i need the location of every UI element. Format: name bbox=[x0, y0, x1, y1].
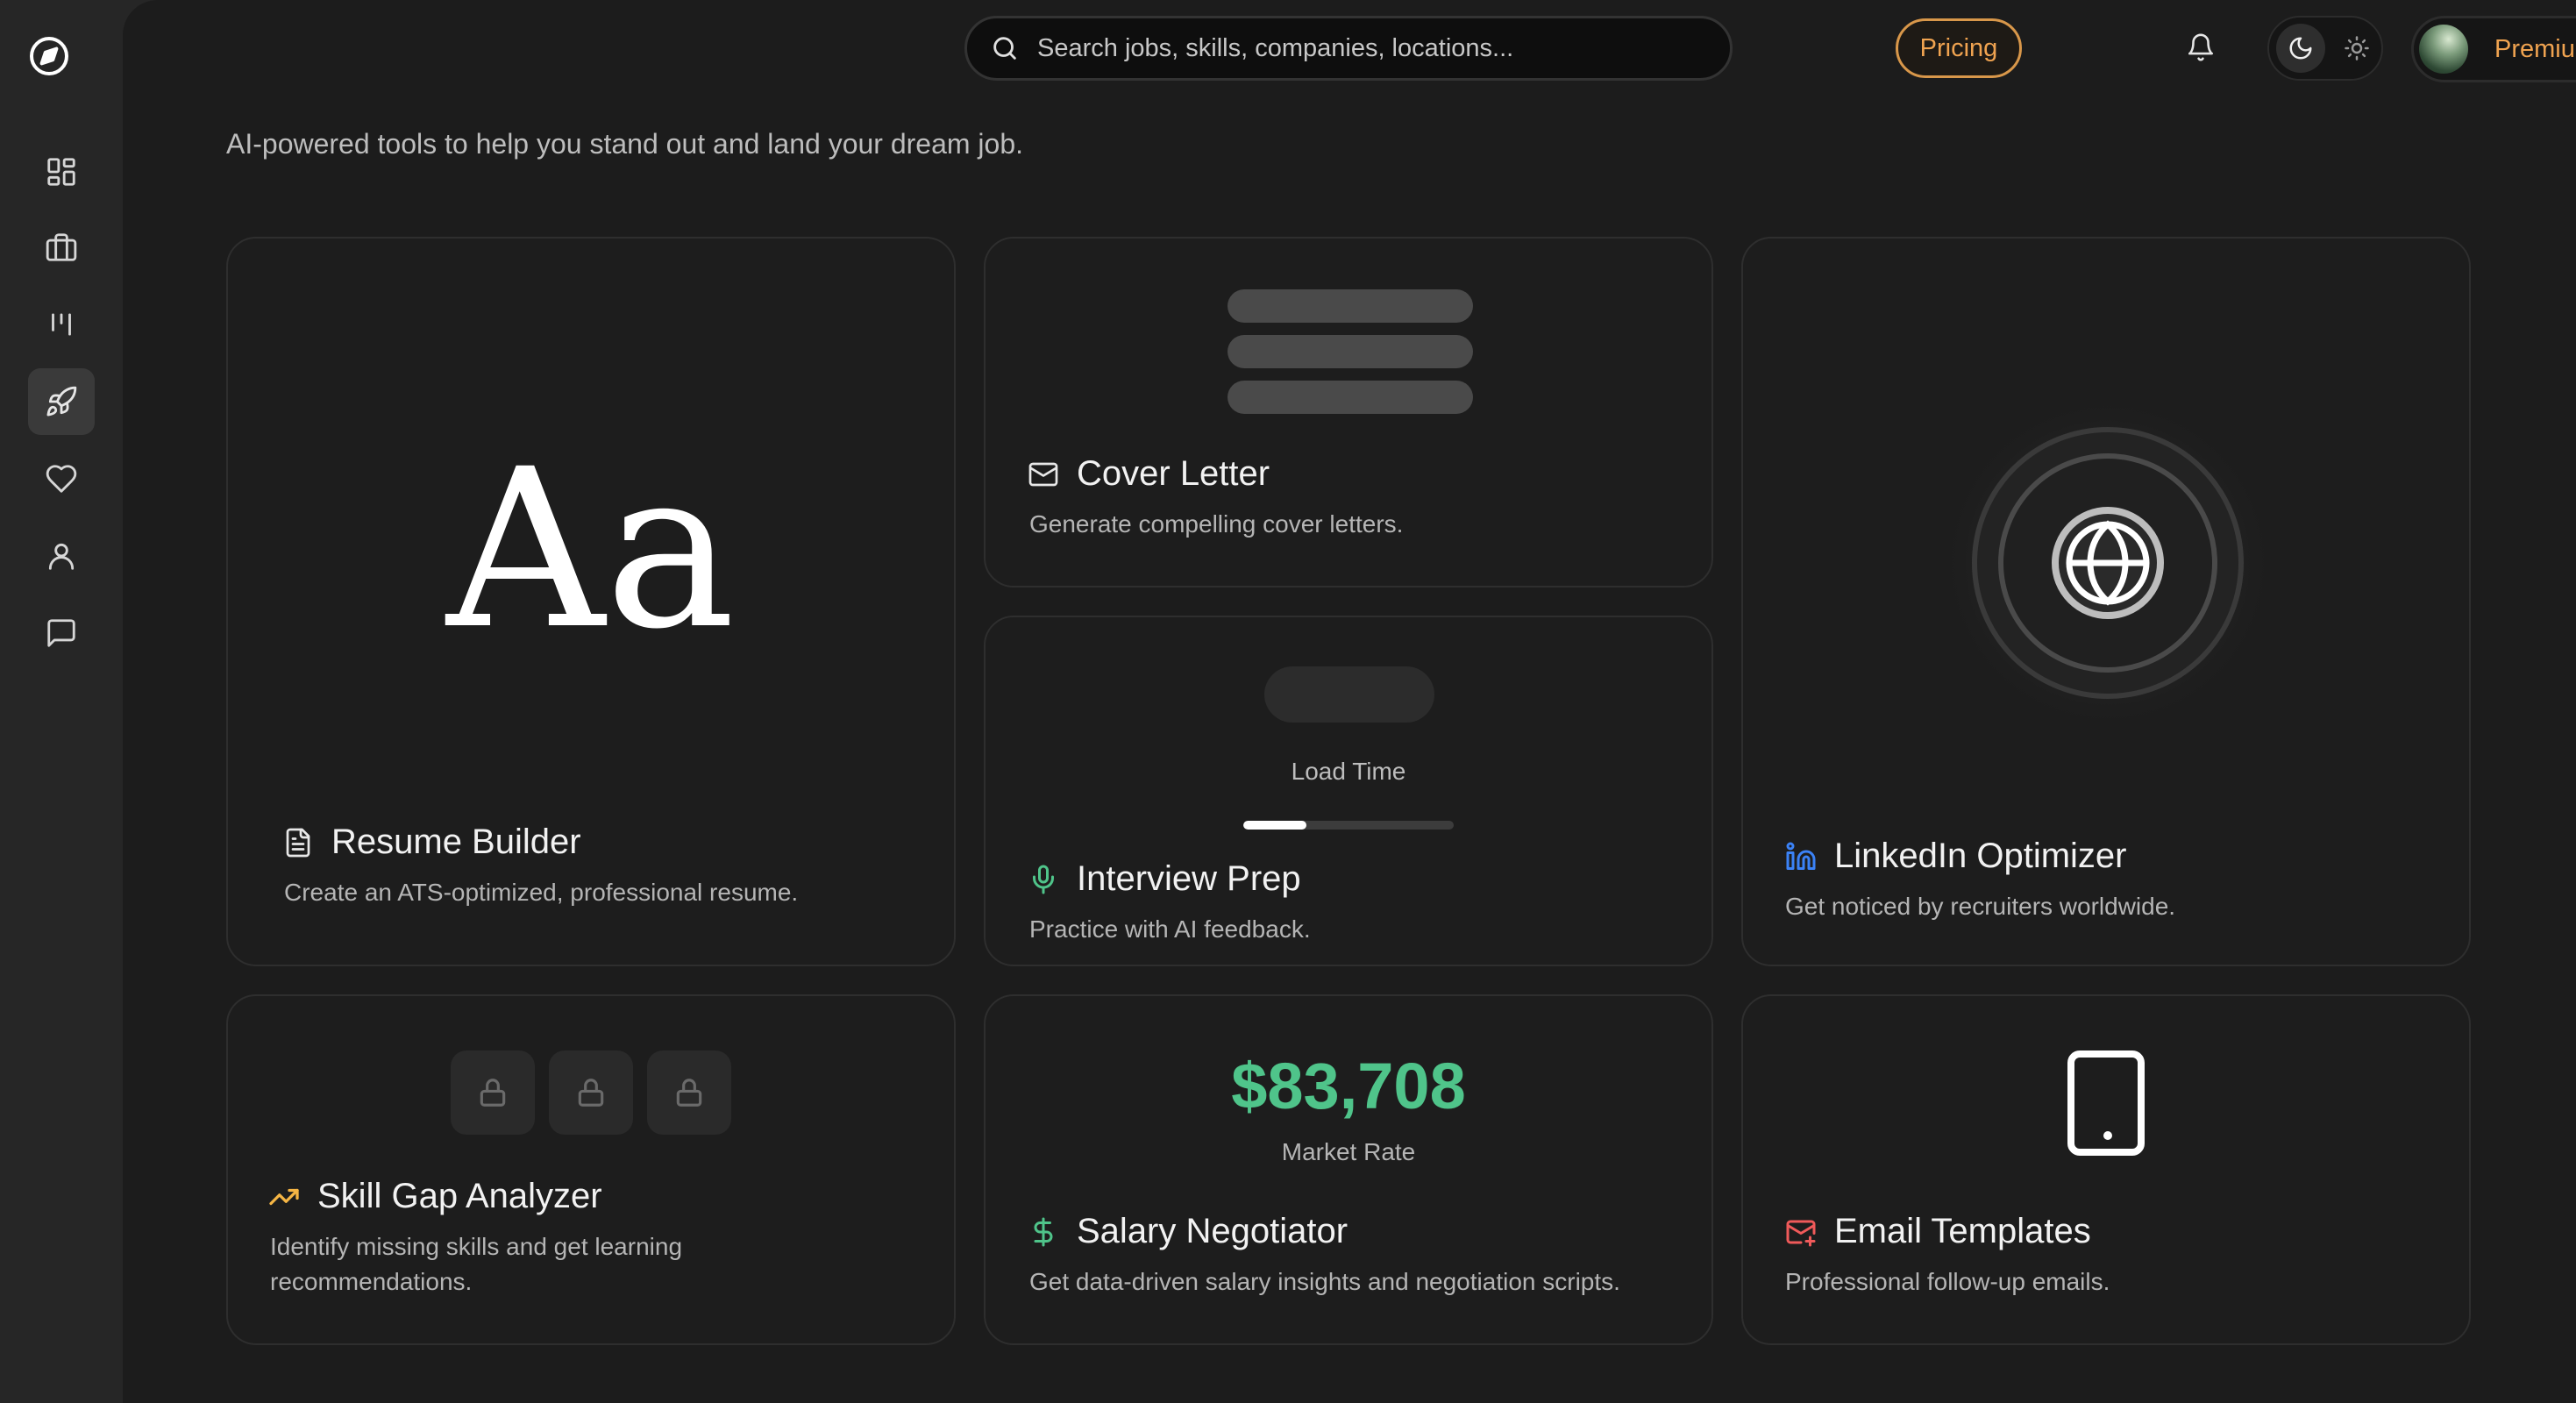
page-subtitle: AI-powered tools to help you stand out a… bbox=[226, 128, 1024, 160]
sidebar bbox=[0, 0, 123, 1403]
globe-graphic bbox=[1941, 396, 2274, 730]
sun-icon bbox=[2345, 36, 2369, 61]
text-line-placeholder bbox=[1228, 381, 1473, 414]
linkedin-icon bbox=[1786, 842, 1816, 870]
email-templates-card[interactable]: Email Templates Professional follow-up e… bbox=[1741, 994, 2471, 1345]
locked-skill-slot bbox=[451, 1050, 535, 1135]
skill-gap-analyzer-card[interactable]: Skill Gap Analyzer Identify missing skil… bbox=[226, 994, 956, 1345]
bell-icon bbox=[2188, 33, 2214, 61]
mail-icon bbox=[1028, 462, 1058, 486]
document-icon bbox=[286, 828, 310, 857]
resume-builder-desc: Create an ATS-optimized, professional re… bbox=[284, 879, 799, 906]
load-progress-fill bbox=[1243, 821, 1306, 830]
theme-toggle[interactable] bbox=[2267, 16, 2383, 81]
search-icon bbox=[993, 37, 1016, 60]
tablet-icon bbox=[2067, 1050, 2145, 1156]
card-title: LinkedIn Optimizer bbox=[1785, 837, 2126, 876]
resume-builder-title: Resume Builder bbox=[331, 823, 581, 861]
premium-label: Premium bbox=[2494, 34, 2576, 63]
market-rate-label: Market Rate bbox=[1281, 1138, 1416, 1165]
search-input[interactable] bbox=[1037, 33, 1704, 63]
typography-glyph: Aa bbox=[446, 422, 736, 677]
linkedin-optimizer-title: LinkedIn Optimizer bbox=[1834, 837, 2127, 875]
linkedin-optimizer-card[interactable]: LinkedIn Optimizer Get noticed by recrui… bbox=[1741, 237, 2471, 966]
text-line-placeholder bbox=[1228, 335, 1473, 368]
resume-builder-card[interactable]: Aa Resume Builder Create an ATS-optimize… bbox=[226, 237, 956, 966]
email-templates-desc: Professional follow-up emails. bbox=[1785, 1268, 2110, 1295]
premium-account-button[interactable]: Premium bbox=[2411, 16, 2576, 82]
salary-negotiator-desc: Get data-driven salary insights and nego… bbox=[1029, 1268, 1620, 1295]
microphone-icon bbox=[1033, 865, 1054, 894]
sidebar-item-profile[interactable] bbox=[28, 523, 95, 589]
cover-letter-desc: Generate compelling cover letters. bbox=[1029, 510, 1404, 538]
skill-gap-analyzer-desc: Identify missing skills and get learning… bbox=[270, 1233, 683, 1295]
dashboard-icon bbox=[47, 158, 75, 186]
interview-prep-title: Interview Prep bbox=[1077, 859, 1301, 898]
cover-letter-title: Cover Letter bbox=[1077, 454, 1270, 493]
rocket-icon bbox=[46, 386, 77, 417]
lock-icon bbox=[578, 1079, 604, 1107]
card-title: Salary Negotiator bbox=[1028, 1212, 1348, 1251]
sidebar-item-messages[interactable] bbox=[28, 600, 95, 666]
dark-mode-option[interactable] bbox=[2276, 24, 2325, 73]
main-panel: Pricing Premium AI-powered tools to help… bbox=[123, 0, 2576, 1403]
trending-up-icon bbox=[269, 1188, 299, 1205]
load-indicator-pill bbox=[1264, 666, 1434, 723]
compass-logo-icon[interactable] bbox=[26, 33, 72, 79]
locked-skill-slot bbox=[647, 1050, 731, 1135]
salary-negotiator-title: Salary Negotiator bbox=[1077, 1212, 1348, 1250]
light-mode-option[interactable] bbox=[2332, 24, 2381, 73]
search-bar[interactable] bbox=[964, 16, 1733, 81]
card-title: Interview Prep bbox=[1028, 859, 1301, 899]
card-title: Resume Builder bbox=[282, 823, 581, 862]
lock-icon bbox=[480, 1079, 506, 1107]
heart-icon bbox=[46, 465, 77, 493]
email-templates-title: Email Templates bbox=[1834, 1212, 2091, 1250]
user-icon bbox=[48, 543, 75, 570]
lock-icon bbox=[676, 1079, 702, 1107]
linkedin-optimizer-desc: Get noticed by recruiters worldwide. bbox=[1785, 893, 2176, 920]
briefcase-icon bbox=[46, 233, 77, 261]
load-time-label: Load Time bbox=[1291, 758, 1406, 785]
skill-gap-analyzer-title: Skill Gap Analyzer bbox=[317, 1177, 602, 1215]
locked-skill-slot bbox=[549, 1050, 633, 1135]
text-line-placeholder bbox=[1228, 289, 1473, 323]
card-title: Skill Gap Analyzer bbox=[268, 1177, 602, 1216]
interview-prep-card[interactable]: Load Time Interview Prep Practice with A… bbox=[984, 616, 1713, 966]
cover-letter-card[interactable]: Cover Letter Generate compelling cover l… bbox=[984, 237, 1713, 588]
avatar bbox=[2419, 25, 2468, 74]
salary-negotiator-card[interactable]: $83,708 Market Rate Salary Negotiator Ge… bbox=[984, 994, 1713, 1345]
load-progress-bar bbox=[1243, 821, 1454, 830]
dollar-icon bbox=[1034, 1217, 1053, 1246]
sidebar-item-saved[interactable] bbox=[28, 445, 95, 512]
notifications-button[interactable] bbox=[2183, 30, 2218, 65]
salary-amount: $83,708 bbox=[1231, 1050, 1466, 1122]
moon-icon bbox=[2289, 37, 2312, 60]
interview-prep-desc: Practice with AI feedback. bbox=[1029, 915, 1311, 943]
pricing-button[interactable]: Pricing bbox=[1896, 18, 2022, 78]
sidebar-item-dashboard[interactable] bbox=[28, 139, 95, 205]
sidebar-item-board[interactable] bbox=[28, 291, 95, 358]
card-title: Email Templates bbox=[1785, 1212, 2091, 1251]
kanban-icon bbox=[52, 313, 71, 336]
chat-icon bbox=[47, 619, 75, 647]
mail-plus-icon bbox=[1786, 1220, 1816, 1246]
card-title: Cover Letter bbox=[1028, 454, 1270, 494]
sidebar-item-jobs[interactable] bbox=[28, 214, 95, 281]
sidebar-item-career-tools[interactable] bbox=[28, 368, 95, 435]
